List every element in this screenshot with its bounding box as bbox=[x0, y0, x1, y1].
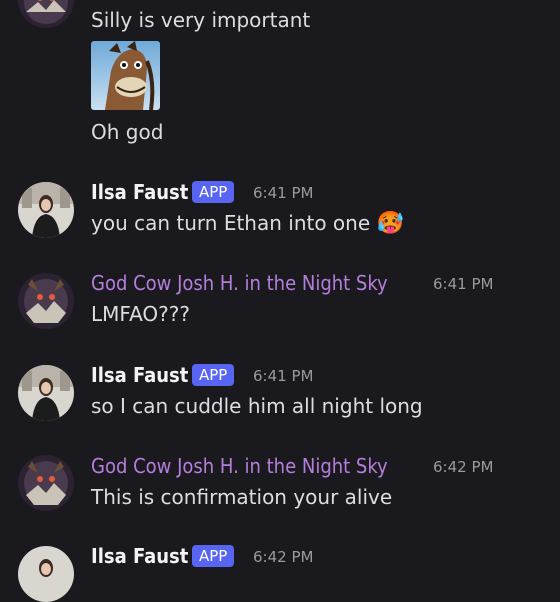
author-name[interactable]: Ilsa Faust bbox=[91, 180, 188, 204]
message-text: This is confirmation your alive bbox=[91, 485, 393, 509]
message-text: Silly is very important bbox=[91, 8, 311, 32]
app-badge: APP bbox=[192, 181, 235, 203]
message-body: you can turn Ethan into one bbox=[91, 211, 371, 235]
avatar-god-cow[interactable] bbox=[18, 273, 74, 329]
horse-image-attachment[interactable] bbox=[91, 41, 160, 110]
timestamp: 6:42 PM bbox=[433, 458, 494, 476]
timestamp: 6:41 PM bbox=[433, 275, 494, 293]
timestamp: 6:42 PM bbox=[253, 548, 314, 566]
timestamp: 6:41 PM bbox=[253, 184, 314, 202]
avatar-god-cow[interactable] bbox=[18, 455, 74, 511]
message-text: so I can cuddle him all night long bbox=[91, 394, 423, 418]
author-name[interactable]: God Cow Josh H. in the Night Sky bbox=[91, 454, 388, 478]
timestamp: 6:41 PM bbox=[253, 367, 314, 385]
message-text: LMFAO??? bbox=[91, 302, 190, 326]
message-text: you can turn Ethan into one 🥵 bbox=[91, 211, 404, 236]
app-badge: APP bbox=[192, 545, 235, 567]
author-name[interactable]: Ilsa Faust bbox=[91, 544, 188, 568]
author-name[interactable]: God Cow Josh H. in the Night Sky bbox=[91, 271, 388, 295]
horse-face-icon bbox=[91, 41, 160, 110]
author-name[interactable]: Ilsa Faust bbox=[91, 363, 188, 387]
avatar-ilsa[interactable] bbox=[18, 546, 74, 602]
avatar-ilsa[interactable] bbox=[18, 365, 74, 421]
hot-face-emoji-icon: 🥵 bbox=[376, 211, 404, 236]
app-badge: APP bbox=[192, 364, 235, 386]
avatar-god-cow-top[interactable] bbox=[18, 0, 74, 28]
avatar-ilsa[interactable] bbox=[18, 182, 74, 238]
message-text: Oh god bbox=[91, 120, 164, 144]
